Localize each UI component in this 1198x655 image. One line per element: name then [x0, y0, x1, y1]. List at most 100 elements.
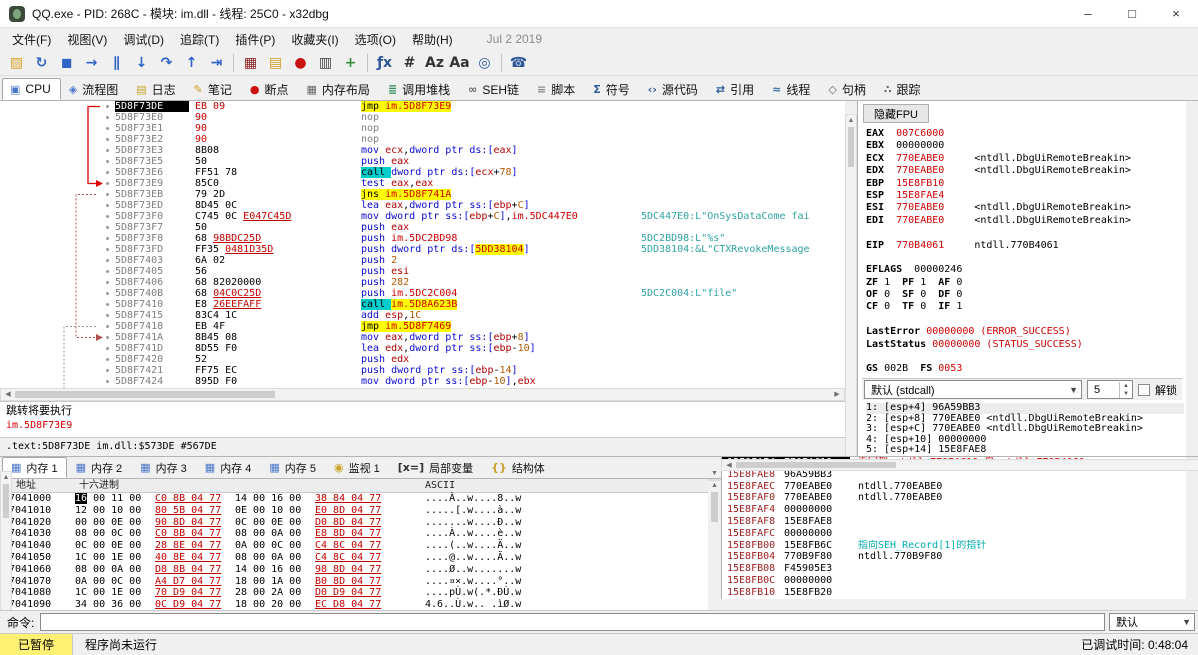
register-line[interactable]: EDX 770EABE0 <ntdll.DbgUiRemoteBreakin>: [866, 165, 1184, 177]
disasm-row[interactable]: 5D8F740668 82020000push 282: [0, 277, 845, 288]
comments-icon[interactable]: ▤: [263, 52, 288, 74]
disasm-row[interactable]: 5D8F741D8D55 F0lea edx,dword ptr ss:[ebp…: [0, 343, 845, 354]
stack-hscrollbar[interactable]: ◀▶: [721, 459, 1198, 471]
register-line[interactable]: EDI 770EABE0 <ntdll.DbgUiRemoteBreakin>: [866, 215, 1184, 227]
tab-dump-2[interactable]: ▦内存 2: [67, 457, 132, 478]
stop-icon[interactable]: ◼: [54, 52, 79, 74]
stack-row[interactable]: 15E8FAF815E8FAE8: [722, 516, 1186, 528]
tab-breakpoints[interactable]: ●断点: [242, 78, 299, 100]
stack-row[interactable]: 15E8FB1015E8FB20: [722, 587, 1186, 599]
tab-trace[interactable]: ∴跟踪: [876, 78, 931, 100]
stack-row[interactable]: 15E8FB08F45905E3: [722, 563, 1186, 575]
run-icon[interactable]: →: [79, 52, 104, 74]
disasm-row[interactable]: 5D8F73E38B08mov ecx,dword ptr ds:[eax]: [0, 145, 845, 156]
dump-row[interactable]: 770410400C 00 0E 0028 8E 04 770A 00 0C 0…: [0, 540, 708, 552]
disasm-row[interactable]: 5D8F7418EB 4Fjmp im.5D8F7469: [0, 321, 845, 332]
disasm-row[interactable]: 5D8F73FDFF35 0481D35Dpush dword ptr ds:[…: [0, 244, 845, 255]
register-line[interactable]: LastStatus 00000000 (STATUS_SUCCESS): [866, 339, 1184, 351]
register-line[interactable]: CF 0 TF 0 IF 1: [866, 301, 1184, 313]
tab-seh[interactable]: ∞SEH链: [460, 78, 529, 100]
disassembly-vscrollbar[interactable]: ▲▼: [845, 114, 857, 469]
register-line[interactable]: EIP 770B4061 ntdll.770B4061: [866, 240, 1184, 252]
tab-log[interactable]: ▤日志: [128, 78, 185, 100]
step-into-icon[interactable]: ↓: [129, 52, 154, 74]
tab-notes[interactable]: ✎笔记: [186, 78, 242, 100]
memory-map-icon[interactable]: ▥: [313, 52, 338, 74]
command-profile-select[interactable]: 默认 ▼: [1109, 613, 1195, 631]
argument-line[interactable]: 1: [esp+4] 96A59BB3: [866, 403, 1184, 414]
disasm-row[interactable]: 5D8F73E190nop: [0, 123, 845, 134]
register-line[interactable]: EBP 15E8FB10: [866, 178, 1184, 190]
disasm-row[interactable]: 5D8F740556push esi: [0, 266, 845, 277]
disasm-row[interactable]: 5D8F7421FF75 ECpush dword ptr ss:[ebp-14…: [0, 365, 845, 376]
disasm-row[interactable]: 5D8F73E985C0test eax,eax: [0, 178, 845, 189]
dump-row[interactable]: 770410801C 00 1E 0070 D9 04 7728 00 2A 0…: [0, 587, 708, 599]
menu-item[interactable]: 插件(P): [227, 29, 283, 50]
step-out-icon[interactable]: ↑: [179, 52, 204, 74]
hash-icon[interactable]: #: [397, 52, 422, 74]
register-line[interactable]: OF 0 SF 0 DF 0: [866, 289, 1184, 301]
menu-item[interactable]: 追踪(T): [172, 29, 227, 50]
unlock-checkbox[interactable]: [1138, 384, 1150, 396]
disasm-row[interactable]: 5D8F73F750push eax: [0, 222, 845, 233]
stack-row[interactable]: 15E8FAEC770EABE0ntdll.770EABE0: [722, 481, 1186, 493]
register-line[interactable]: [866, 314, 1184, 326]
disasm-row[interactable]: 5D8F74036A 02push 2: [0, 255, 845, 266]
tab-handles[interactable]: ◇句柄: [820, 78, 875, 100]
register-line[interactable]: GS 002B FS 0053: [866, 363, 1184, 375]
disasm-row[interactable]: 5D8F73EB79 2Djns im.5D8F741A: [0, 189, 845, 200]
register-line[interactable]: ESP 15E8FAE4: [866, 190, 1184, 202]
close-button[interactable]: ×: [1154, 0, 1198, 28]
dump-row[interactable]: 7704103008 00 0C 00C0 8B 04 7708 00 0A 0…: [0, 528, 708, 540]
disasm-row[interactable]: 5D8F73E550push eax: [0, 156, 845, 167]
tab-threads[interactable]: ≈线程: [764, 78, 820, 100]
register-line[interactable]: EAX 007C6000: [866, 128, 1184, 140]
disasm-row[interactable]: 5D8F7410E8 26EEFAFFcall im.5D8A623B: [0, 299, 845, 310]
stack-row[interactable]: 15E8FB04770B9F80ntdll.770B9F80: [722, 551, 1186, 563]
stack-row[interactable]: 15E8FAFC00000000: [722, 528, 1186, 540]
disasm-row[interactable]: 5D8F742052push edx: [0, 354, 845, 365]
find-icon[interactable]: ◎: [472, 52, 497, 74]
tab-cpu[interactable]: ▣CPU: [2, 78, 61, 100]
register-line[interactable]: [866, 227, 1184, 239]
hide-fpu-button[interactable]: 隐藏FPU: [863, 104, 929, 123]
menu-item[interactable]: 帮助(H): [404, 29, 461, 50]
register-line[interactable]: [866, 351, 1184, 363]
register-line[interactable]: LastError 00000000 (ERROR_SUCCESS): [866, 326, 1184, 338]
dump-row[interactable]: 770410501C 00 1E 0040 8E 04 7708 00 0A 0…: [0, 552, 708, 564]
disasm-row[interactable]: 5D8F740B68 04C0C25Dpush im.5DC2C0045DC2C…: [0, 288, 845, 299]
stack-row[interactable]: 15E8FAF0770EABE0ntdll.770EABE0: [722, 492, 1186, 504]
disasm-row[interactable]: 5D8F741583C4 1Cadd esp,1C: [0, 310, 845, 321]
restart-icon[interactable]: ↻: [29, 52, 54, 74]
tab-dump-5[interactable]: ▦内存 5: [260, 457, 325, 478]
spinner-arrows-icon[interactable]: ▲▼: [1119, 382, 1132, 398]
tab-source[interactable]: ‹›源代码: [640, 78, 708, 100]
tab-locals[interactable]: [x=]局部变量: [389, 457, 482, 478]
tab-graph[interactable]: ◈流程图: [61, 78, 128, 100]
dump-row[interactable]: 7704101012 00 10 0080 5B 04 770E 00 10 0…: [0, 505, 708, 517]
disasm-row[interactable]: 5D8F7424895D F0mov dword ptr ss:[ebp-10]…: [0, 376, 845, 387]
stack-pane[interactable]: 15E8FAE4770EAC19返回到 ntdll.770EAC19 自 ntd…: [721, 457, 1186, 599]
disasm-row[interactable]: 5D8F73F868 98BDC25Dpush im.5DC2BD985DC2B…: [0, 233, 845, 244]
pause-icon[interactable]: ∥: [104, 52, 129, 74]
open-file-icon[interactable]: ▨: [4, 52, 29, 74]
case-aa-icon[interactable]: Aa: [447, 52, 472, 74]
tab-dump-3[interactable]: ▦内存 3: [131, 457, 196, 478]
tab-struct[interactable]: {}结构体: [482, 457, 554, 478]
disasm-row[interactable]: 5D8F73E290nop: [0, 134, 845, 145]
dump-row[interactable]: 770410700A 00 0C 00A4 D7 04 7718 00 1A 0…: [0, 576, 708, 588]
argument-count-spinner[interactable]: 5 ▲▼: [1087, 380, 1133, 399]
dump-row[interactable]: 7704106008 00 0A 00D8 8B 04 7714 00 16 0…: [0, 564, 708, 576]
tab-references[interactable]: ⇄引用: [708, 78, 764, 100]
disasm-row[interactable]: 5D8F73DEEB 09jmp im.5D8F73E9: [0, 101, 845, 112]
memory-dump-pane[interactable]: 地址 十六进制 ASCII 7704100016 00 11 00C0 8B 0…: [0, 479, 708, 610]
menu-item[interactable]: 调试(D): [115, 29, 172, 50]
tab-dump-4[interactable]: ▦内存 4: [196, 457, 261, 478]
stack-row[interactable]: 15E8FB0C00000000: [722, 575, 1186, 587]
disasm-row[interactable]: 5D8F73E090nop: [0, 112, 845, 123]
calling-convention-select[interactable]: 默认 (stdcall) ▼: [864, 380, 1082, 399]
command-input[interactable]: [40, 613, 1105, 631]
register-line[interactable]: ZF 1 PF 1 AF 0: [866, 277, 1184, 289]
dump-row[interactable]: 7704100016 00 11 00C0 8B 04 7714 00 16 0…: [0, 493, 708, 505]
stack-vscrollbar[interactable]: ▲▼: [0, 471, 12, 625]
